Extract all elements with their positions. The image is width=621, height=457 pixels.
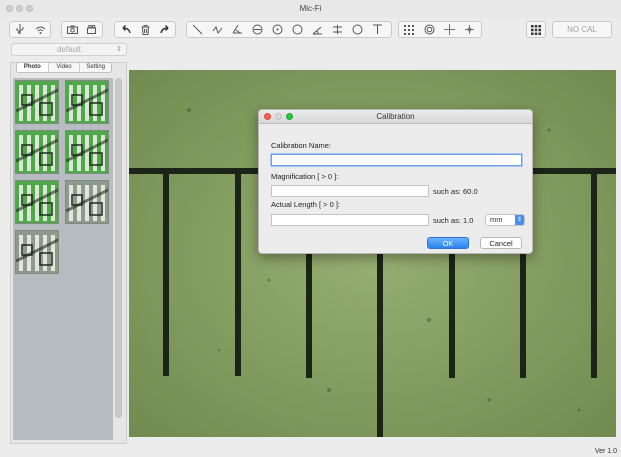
- tab-video[interactable]: Video: [49, 63, 81, 72]
- camera-icon[interactable]: [62, 22, 82, 37]
- thumbnail-item[interactable]: [65, 180, 109, 224]
- usb-icon[interactable]: [10, 22, 30, 37]
- chevron-updown-icon: ⇕: [515, 215, 524, 225]
- thumbnail-scrollbar[interactable]: [115, 78, 122, 418]
- unit-select[interactable]: mm ⇕: [485, 214, 525, 226]
- undo-icon[interactable]: [115, 22, 135, 37]
- profile-select-value: default: [56, 45, 82, 54]
- circle-center-icon[interactable]: [267, 22, 287, 37]
- title-bar: Mic-Fi: [0, 0, 621, 18]
- magnification-label: Magnification [ > 0 ]:: [271, 172, 339, 181]
- tab-setting[interactable]: Setting: [80, 63, 111, 72]
- dialog-title: Calibration: [376, 112, 415, 121]
- version-label: Ver 1.0: [594, 448, 617, 455]
- polyline-tool-icon[interactable]: [207, 22, 227, 37]
- text-tool-icon[interactable]: [367, 22, 387, 37]
- magnification-hint: such as: 60.0: [433, 187, 478, 196]
- circle-3pt-icon[interactable]: [247, 22, 267, 37]
- calibration-select[interactable]: NO CAL: [552, 21, 612, 38]
- calibration-name-field[interactable]: [271, 154, 522, 166]
- edit-group: [114, 21, 176, 38]
- actual-length-field[interactable]: [271, 214, 429, 226]
- angle-tool-icon[interactable]: [227, 22, 247, 37]
- calibration-name-label: Calibration Name:: [271, 141, 332, 150]
- actual-length-hint: such as: 1.0: [433, 216, 474, 225]
- thumbnail-item[interactable]: [65, 130, 109, 174]
- thumbnail-item[interactable]: [15, 230, 59, 274]
- profile-select[interactable]: default ⇕: [11, 43, 127, 56]
- measure-tools-group: [186, 21, 392, 38]
- tab-photo[interactable]: Photo: [17, 63, 49, 72]
- select-caret-icon: ⇕: [116, 46, 122, 53]
- thumbnail-item[interactable]: [65, 80, 109, 124]
- ok-button[interactable]: OK: [427, 237, 469, 249]
- device-group: [9, 21, 51, 38]
- overlay-tools-group: [398, 21, 482, 38]
- crosshair-small-icon[interactable]: [459, 22, 479, 37]
- redo-icon[interactable]: [155, 22, 175, 37]
- cancel-button[interactable]: Cancel: [480, 237, 522, 249]
- grid-icon[interactable]: [399, 22, 419, 37]
- sidebar-tabs: Photo Video Setting: [16, 62, 112, 73]
- window-title: Mic-Fi: [299, 4, 322, 13]
- dialog-title-bar: Calibration: [259, 110, 532, 124]
- trash-icon[interactable]: [135, 22, 155, 37]
- layout-button[interactable]: [526, 21, 546, 38]
- polygon-tool-icon[interactable]: [347, 22, 367, 37]
- thumbnail-item[interactable]: [15, 80, 59, 124]
- angle-arc-icon[interactable]: [307, 22, 327, 37]
- toolbar: NO CAL: [0, 18, 621, 42]
- thumbnail-item[interactable]: [15, 180, 59, 224]
- line-tool-icon[interactable]: [187, 22, 207, 37]
- unit-select-value: mm: [490, 215, 503, 224]
- target-icon[interactable]: [419, 22, 439, 37]
- calibration-dialog: Calibration Calibration Name: Magnificat…: [258, 109, 533, 254]
- actual-length-label: Actual Length [ > 0 ]:: [271, 200, 341, 209]
- circle-tool-icon[interactable]: [287, 22, 307, 37]
- parallel-lines-icon[interactable]: [327, 22, 347, 37]
- video-camera-icon[interactable]: [82, 22, 102, 37]
- wifi-icon[interactable]: [30, 22, 50, 37]
- capture-group: [61, 21, 103, 38]
- magnification-field[interactable]: [271, 185, 429, 197]
- crosshair-icon[interactable]: [439, 22, 459, 37]
- thumbnail-item[interactable]: [15, 130, 59, 174]
- grid-dots-icon: [527, 22, 545, 37]
- thumbnail-list: [13, 78, 113, 440]
